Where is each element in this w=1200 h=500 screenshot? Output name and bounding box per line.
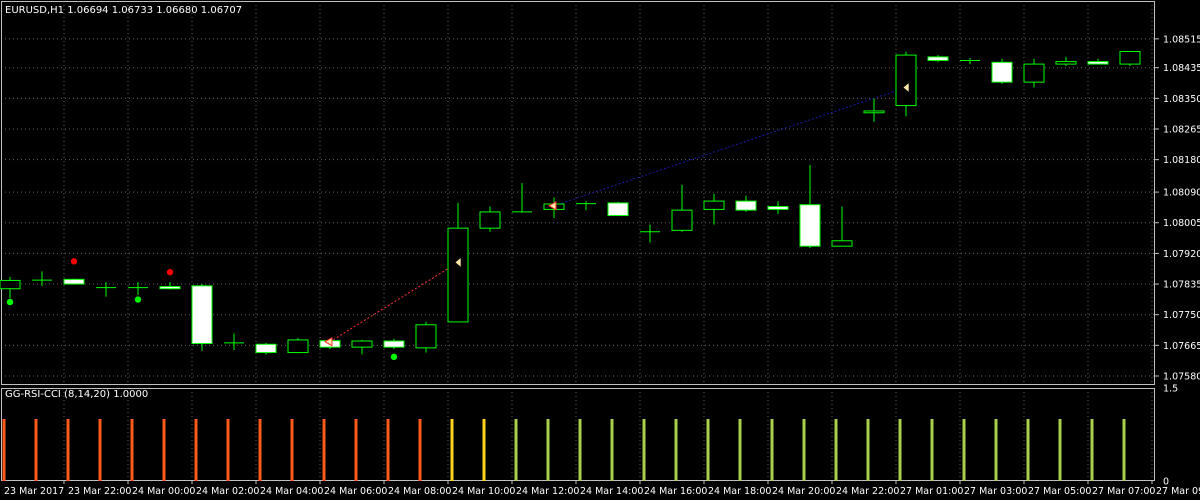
candle-bull	[1119, 50, 1141, 65]
price-tick-label: 1.08090	[1163, 188, 1200, 199]
candle-bull	[351, 340, 373, 348]
candle-bear	[255, 343, 277, 354]
price-tick-label: 1.08350	[1163, 94, 1200, 105]
candle-bear	[383, 340, 405, 348]
price-tick-label: 1.08265	[1163, 125, 1200, 136]
time-tick-label: 24 Mar 00:00	[132, 486, 195, 497]
candle-bull	[863, 110, 885, 114]
price-tick-label: 1.07920	[1163, 249, 1200, 260]
price-tick-label: 1.08515	[1163, 34, 1200, 45]
down-dot	[166, 268, 174, 276]
time-tick-label: 23 Mar 2017	[4, 486, 64, 497]
time-tick-label: 23 Mar 22:00	[68, 486, 131, 497]
time-tick-label: 27 Mar 01:00	[900, 486, 963, 497]
price-tick-label: 1.08180	[1163, 155, 1200, 166]
time-tick-label: 24 Mar 02:00	[196, 486, 259, 497]
candle-bull	[0, 279, 21, 290]
candle-bear	[191, 285, 213, 345]
time-tick-label: 24 Mar 14:00	[580, 486, 643, 497]
candle-bull	[671, 209, 693, 231]
candle-bull	[287, 339, 309, 354]
price-tick-label: 1.08435	[1163, 63, 1200, 74]
up-dot	[390, 353, 398, 361]
time-tick-label: 24 Mar 10:00	[452, 486, 515, 497]
time-tick-label: 27 Mar 07:00	[1092, 486, 1155, 497]
candle-bear	[607, 202, 629, 217]
time-tick-label: 24 Mar 08:00	[388, 486, 451, 497]
main-chart-label: EURUSD,H1 1.06694 1.06733 1.06680 1.0670…	[5, 5, 243, 16]
candle-bear	[799, 204, 821, 247]
candle-bull	[831, 240, 853, 247]
up-dot	[134, 296, 142, 303]
time-tick-label: 24 Mar 04:00	[260, 486, 323, 497]
price-tick-label: 1.07750	[1163, 310, 1200, 321]
down-dot	[70, 258, 78, 265]
price-tick-label: 1.07580	[1163, 371, 1200, 382]
price-tick-label: 1.07835	[1163, 280, 1200, 291]
candle-bull	[703, 200, 725, 210]
candle-bear	[735, 200, 757, 211]
candle-bear	[1087, 61, 1109, 65]
price-tick-label: 1.08005	[1163, 218, 1200, 229]
time-tick-label: 24 Mar 16:00	[644, 486, 707, 497]
candle-bear	[63, 278, 85, 285]
time-tick-label: 27 Mar 09:	[1156, 486, 1200, 497]
time-tick-label: 24 Mar 06:00	[324, 486, 387, 497]
indicator-label: GG-RSI-CCI (8,14,20) 1.0000	[5, 389, 149, 400]
candle-bear	[927, 56, 949, 61]
chart-window: 1.08515 1.08435 1.08350 1.08265 1.08180 1.080…	[0, 0, 1200, 500]
candle-bear	[991, 61, 1013, 83]
candle-bull	[895, 54, 917, 107]
up-dot	[6, 298, 14, 306]
candle-bull	[1023, 63, 1045, 83]
background	[0, 0, 1200, 500]
candle-bull	[1055, 61, 1077, 65]
price-tick-label: 1.07665	[1163, 341, 1200, 352]
time-tick-label: 24 Mar 18:00	[708, 486, 771, 497]
time-tick-label: 27 Mar 03:00	[964, 486, 1027, 497]
time-tick-label: 24 Mar 12:00	[516, 486, 579, 497]
candle-bull	[479, 211, 501, 229]
candle-bull	[415, 324, 437, 349]
indicator-tick-label: 1.5	[1163, 384, 1178, 395]
candle-bull	[447, 227, 469, 323]
candle-bear	[159, 286, 181, 290]
time-tick-label: 24 Mar 20:00	[772, 486, 835, 497]
time-tick-label: 24 Mar 22:00	[836, 486, 899, 497]
time-tick-label: 27 Mar 05:00	[1028, 486, 1091, 497]
candle-bear	[767, 206, 789, 210]
